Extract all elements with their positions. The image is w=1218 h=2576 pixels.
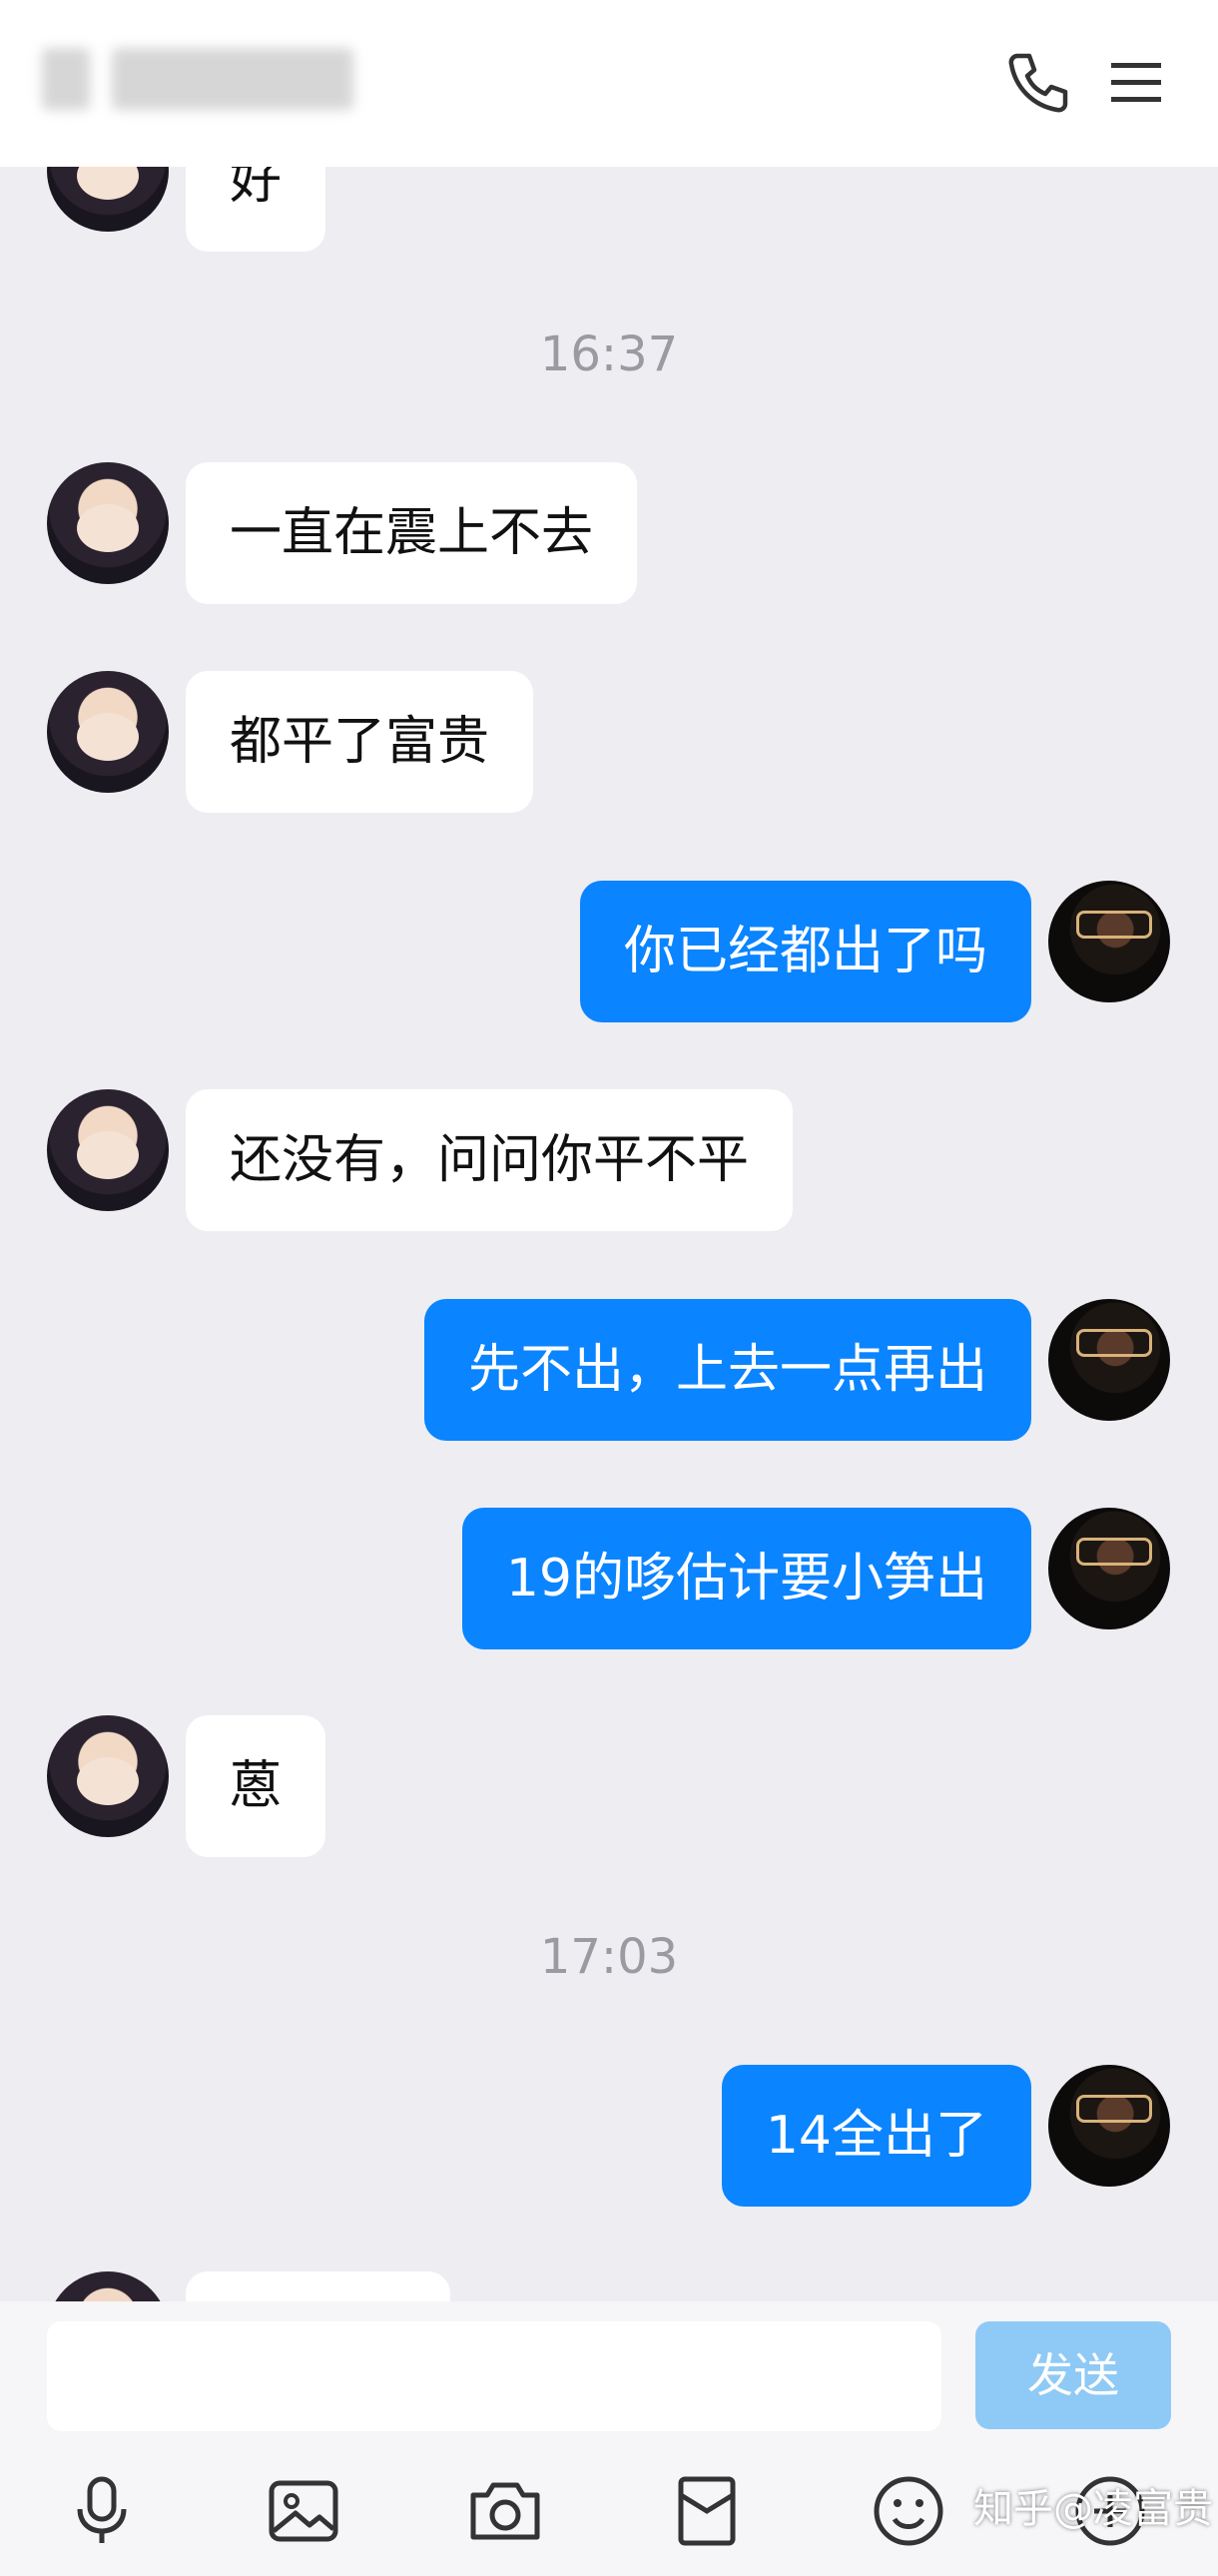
message-bubble[interactable]: 一直在震上不去	[186, 462, 638, 604]
contact-avatar[interactable]	[47, 1715, 169, 1837]
message-bubble[interactable]	[186, 2271, 450, 2301]
contact-name-blurred	[42, 48, 90, 110]
my-avatar[interactable]	[1048, 1299, 1170, 1421]
message-bubble[interactable]: 都平了富贵	[186, 671, 534, 813]
chat-area[interactable]: 好 16:37 一直在震上不去 都平了富贵 你已经都出了吗 还没有，问问你平不平…	[0, 0, 1218, 2301]
timestamp: 17:03	[539, 1929, 679, 1985]
red-packet-icon[interactable]	[667, 2471, 747, 2551]
composer: 发送	[0, 2301, 1218, 2576]
message-input[interactable]	[47, 2321, 941, 2431]
message-bubble[interactable]: 19的哆估计要小笋出	[461, 1508, 1031, 1649]
contact-avatar[interactable]	[47, 1089, 169, 1211]
message-bubble[interactable]: 先不出，上去一点再出	[423, 1299, 1031, 1441]
phone-icon[interactable]	[1003, 48, 1073, 118]
contact-avatar[interactable]	[47, 671, 169, 793]
contact-name-blurred	[112, 48, 353, 110]
contact-avatar[interactable]	[47, 462, 169, 584]
my-avatar[interactable]	[1048, 1508, 1170, 1629]
my-avatar[interactable]	[1048, 2065, 1170, 2187]
message-bubble[interactable]: 蒽	[186, 1715, 326, 1857]
watermark: 知乎@凌富贵	[973, 2486, 1213, 2532]
send-button[interactable]: 发送	[975, 2321, 1171, 2429]
message-bubble[interactable]: 你已经都出了吗	[579, 881, 1031, 1022]
image-icon[interactable]	[264, 2471, 343, 2551]
contact-avatar[interactable]	[47, 2271, 169, 2301]
message-bubble[interactable]: 14全出了	[721, 2065, 1031, 2207]
message-bubble[interactable]: 还没有，问问你平不平	[186, 1089, 794, 1231]
menu-icon[interactable]	[1101, 48, 1171, 118]
timestamp: 16:37	[539, 326, 679, 382]
microphone-icon[interactable]	[62, 2471, 142, 2551]
emoji-icon[interactable]	[869, 2471, 948, 2551]
camera-icon[interactable]	[465, 2471, 545, 2551]
my-avatar[interactable]	[1048, 881, 1170, 1002]
chat-header	[0, 0, 1218, 167]
